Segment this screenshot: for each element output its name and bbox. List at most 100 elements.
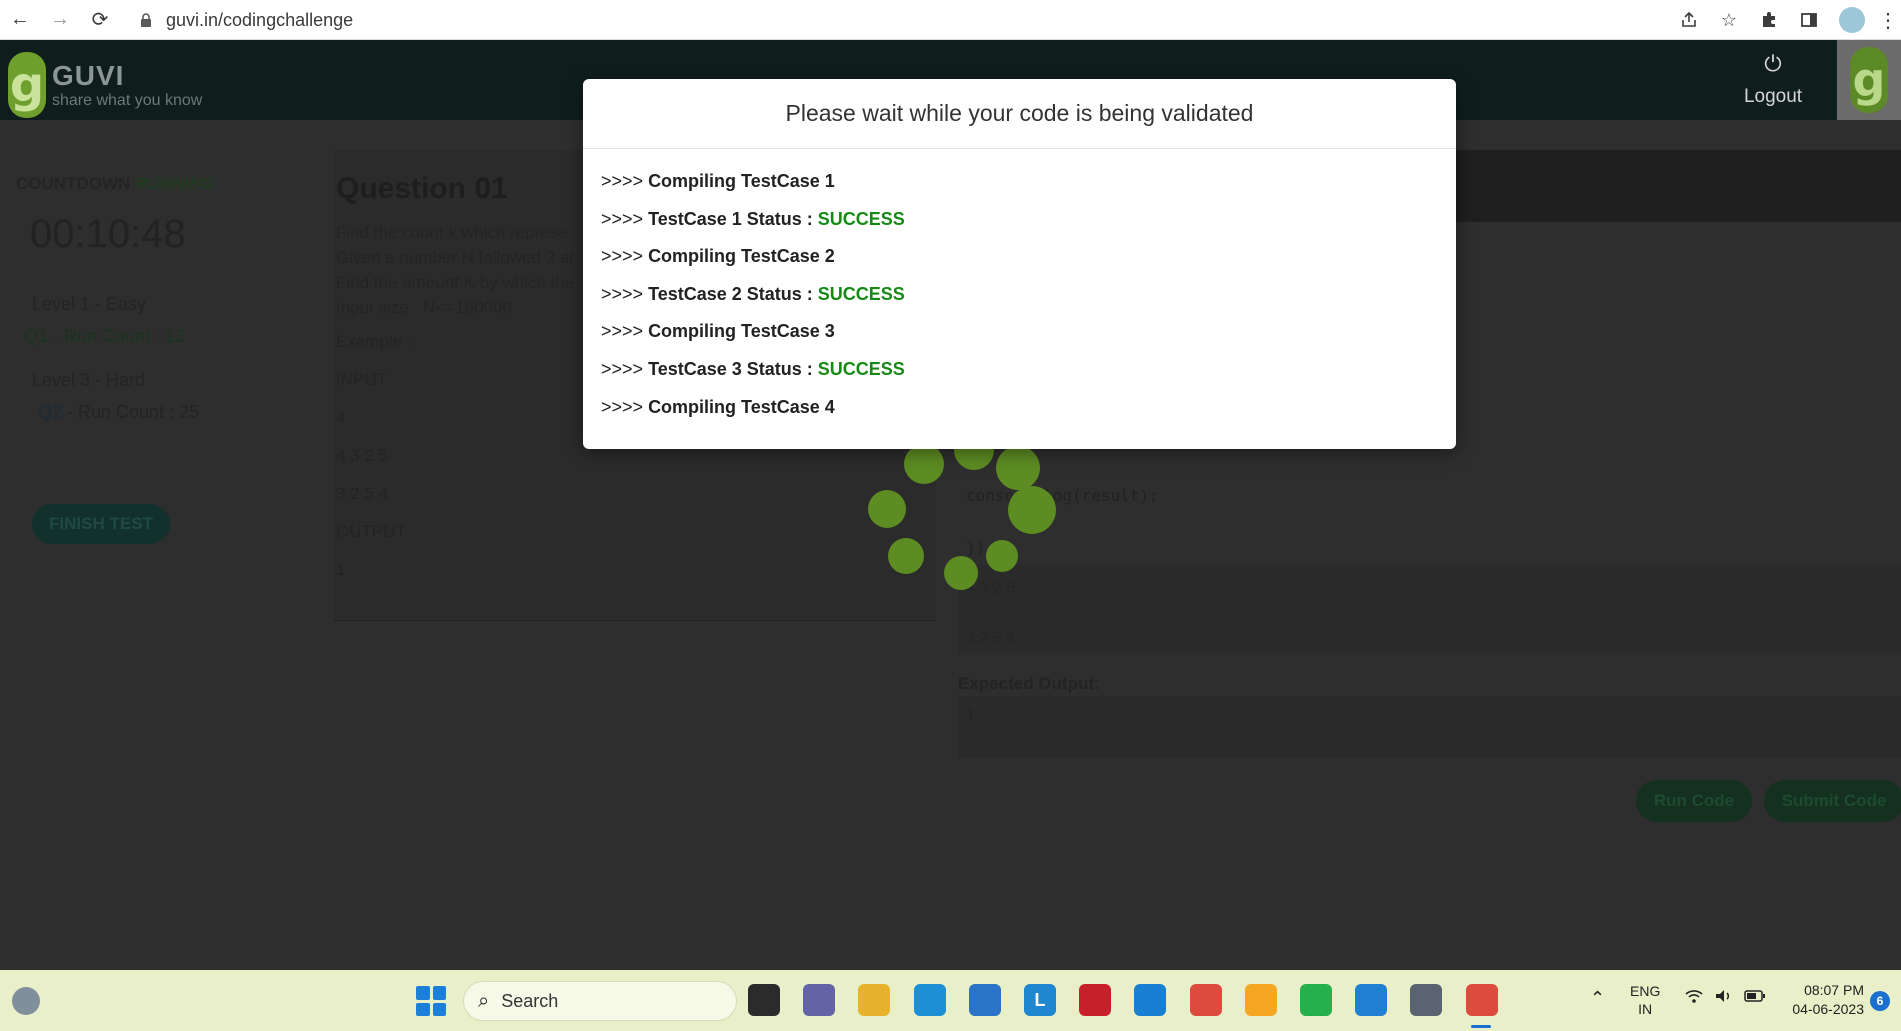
bookmark-star-icon[interactable]: ☆ xyxy=(1709,0,1749,40)
log-status: SUCCESS xyxy=(817,283,905,304)
chrome-icon[interactable] xyxy=(1189,984,1222,1016)
user-avatar[interactable]: g xyxy=(1837,40,1901,120)
spinner-dot xyxy=(996,446,1040,490)
logo-subtitle: share what you know xyxy=(52,92,203,109)
spinner-dot xyxy=(888,538,924,574)
input-line: 4 xyxy=(336,408,346,427)
teams-chat-icon[interactable] xyxy=(803,984,836,1016)
edge-icon[interactable] xyxy=(913,984,946,1016)
logout-label: Logout xyxy=(1743,86,1803,107)
output-label: OUTPUT xyxy=(336,522,406,541)
extensions-icon[interactable] xyxy=(1749,0,1789,40)
log-line: >>>> TestCase 2 Status : SUCCESS xyxy=(601,276,1438,314)
taskbar-search[interactable]: ⌕ Search xyxy=(463,981,737,1021)
start-icon[interactable] xyxy=(416,986,446,1016)
run-code-button[interactable]: Run Code xyxy=(1636,780,1752,822)
circle-app-icon[interactable] xyxy=(1134,984,1167,1016)
expected-output-box xyxy=(958,696,1901,758)
modal-title: Please wait while your code is being val… xyxy=(583,79,1456,149)
log-line: >>>> TestCase 3 Status : SUCCESS xyxy=(601,351,1438,389)
log-message: Compiling TestCase 2 xyxy=(648,246,835,267)
question-1-link[interactable]: Q1 - Run Count : 12 xyxy=(24,326,185,347)
question-2-number: Q2 xyxy=(38,402,63,422)
output-value: 1 xyxy=(336,560,346,579)
question-title: Question 01 xyxy=(336,172,508,205)
mcafee-icon[interactable] xyxy=(1079,984,1112,1016)
wifi-icon xyxy=(1684,988,1704,1009)
log-line: >>>> Compiling TestCase 4 xyxy=(601,389,1438,427)
spinner-dot xyxy=(1008,486,1056,534)
question-2-link[interactable]: Q2 - Run Count : 25 xyxy=(38,402,199,423)
file-explorer-icon[interactable] xyxy=(858,984,891,1016)
log-status: SUCCESS xyxy=(817,208,905,229)
browser-toolbar: ← → ⟳ guvi.in/codingchallenge ☆ ⋮ xyxy=(0,0,1901,40)
finish-test-button[interactable]: FINISH TEST xyxy=(32,504,170,544)
log-status: SUCCESS xyxy=(817,358,905,379)
log-prefix: >>>> xyxy=(601,283,649,304)
spinner-dot xyxy=(944,556,978,590)
level-3-label: Level 3 - Hard xyxy=(32,370,146,390)
page: ← → ⟳ guvi.in/codingchallenge ☆ ⋮ g GUVI… xyxy=(0,0,1901,1031)
reload-icon[interactable]: ⟳ xyxy=(80,0,120,40)
guvi-avatar-icon: g xyxy=(1850,47,1888,113)
volume-icon xyxy=(1714,988,1734,1009)
submit-code-button[interactable]: Submit Code xyxy=(1764,780,1901,822)
notification-badge[interactable]: 6 xyxy=(1870,991,1890,1011)
log-prefix: >>>> xyxy=(601,396,649,417)
loading-spinner xyxy=(860,430,1056,600)
countdown-state: RUNNING xyxy=(135,174,215,193)
browser-actions: ☆ ⋮ xyxy=(1669,0,1901,40)
task-view-icon[interactable] xyxy=(748,984,780,1016)
spinner-dot xyxy=(868,490,906,528)
back-icon[interactable]: ← xyxy=(0,0,40,40)
question-2-run-count: - Run Count : 25 xyxy=(62,402,200,422)
battery-icon xyxy=(1744,988,1766,1009)
log-prefix: >>>> xyxy=(601,246,649,267)
power-icon: ⏻ xyxy=(1764,51,1782,76)
more-menu-icon[interactable]: ⋮ xyxy=(1875,0,1901,40)
address-bar[interactable]: guvi.in/codingchallenge xyxy=(138,4,1738,36)
chrome-active-icon[interactable] xyxy=(1465,984,1498,1016)
forward-icon[interactable]: → xyxy=(40,0,80,40)
system-tray[interactable] xyxy=(1684,988,1766,1009)
validation-modal: Please wait while your code is being val… xyxy=(583,79,1456,449)
microsoft-store-icon[interactable] xyxy=(968,984,1001,1016)
level-1-label: Level 1 - Easy xyxy=(32,294,147,314)
sublime-text-icon[interactable] xyxy=(1244,984,1277,1016)
region-code: IN xyxy=(1638,1001,1653,1017)
whatsapp-icon[interactable] xyxy=(1300,984,1332,1016)
log-message: Compiling TestCase 4 xyxy=(648,396,835,417)
weather-icon[interactable] xyxy=(12,987,40,1015)
guvi-logo-icon: g xyxy=(8,52,46,118)
language-indicator[interactable]: ENG IN xyxy=(1630,982,1660,1018)
log-prefix: >>>> xyxy=(601,321,649,342)
logo-title: GUVI xyxy=(52,60,125,91)
log-message: Compiling TestCase 1 xyxy=(648,171,835,191)
url-text: guvi.in/codingchallenge xyxy=(166,9,354,30)
taskbar-clock[interactable]: 08:07 PM 04-06-2023 xyxy=(1778,981,1864,1019)
logout-button[interactable]: ⏻ Logout xyxy=(1728,48,1818,118)
sidebar: COUNTDOWN RUNNING 00:10:48 Level 1 - Eas… xyxy=(0,120,320,970)
countdown-label: COUNTDOWN RUNNING xyxy=(16,174,214,194)
vscode-icon[interactable] xyxy=(1355,984,1388,1016)
log-line: >>>> Compiling TestCase 1 xyxy=(601,163,1438,201)
profile-avatar[interactable] xyxy=(1839,7,1865,33)
modal-log: >>>> Compiling TestCase 1 >>>> TestCase … xyxy=(583,149,1456,440)
taskbar: ⌕ Search L ⌃ ENG IN 08:07 PM 04-06-2023 … xyxy=(0,970,1901,1031)
sample-input-box xyxy=(958,565,1901,653)
lock-icon xyxy=(138,12,154,28)
chevron-up-icon[interactable]: ⌃ xyxy=(1590,988,1605,1009)
log-message: TestCase 2 Status : xyxy=(648,283,818,304)
guvi-logo[interactable]: g GUVI share what you know xyxy=(8,52,202,118)
log-prefix: >>>> xyxy=(601,171,649,191)
clock-time: 08:07 PM xyxy=(1804,982,1864,998)
side-panel-icon[interactable] xyxy=(1789,0,1829,40)
countdown-text: COUNTDOWN xyxy=(16,174,131,193)
share-icon[interactable] xyxy=(1669,0,1709,40)
search-icon: ⌕ xyxy=(478,989,490,1012)
log-line: >>>> Compiling TestCase 2 xyxy=(601,238,1438,276)
settings-icon[interactable] xyxy=(1410,984,1443,1016)
log-message: Compiling TestCase 3 xyxy=(648,321,835,342)
l-app-icon[interactable]: L xyxy=(1024,984,1056,1016)
active-app-indicator xyxy=(1471,1025,1491,1028)
